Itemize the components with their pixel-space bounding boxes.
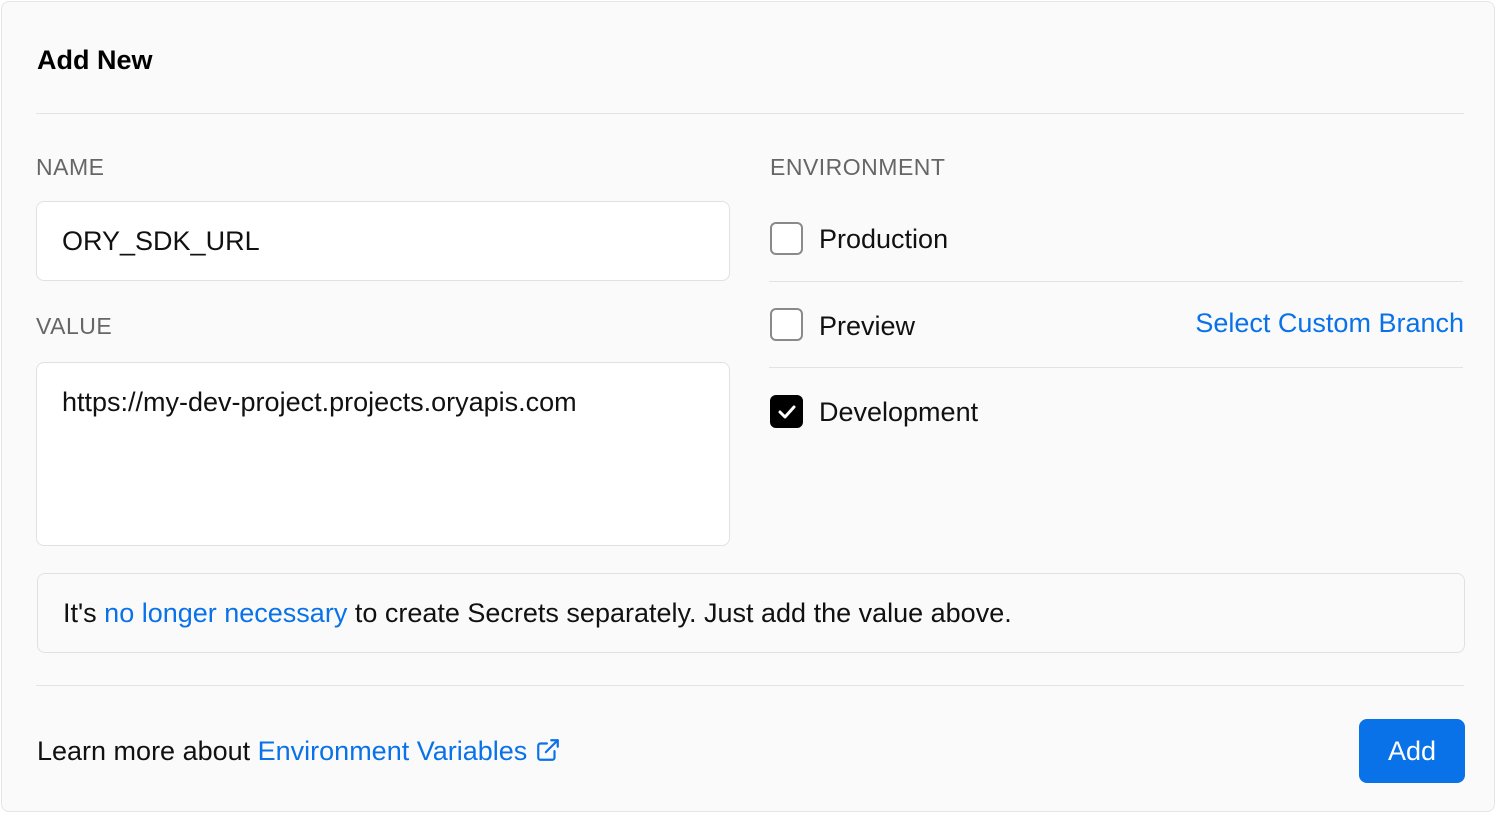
no-longer-necessary-link[interactable]: no longer necessary <box>104 598 347 628</box>
environment-variables-link-label: Environment Variables <box>257 736 528 766</box>
learn-more-prefix: Learn more about <box>37 736 258 766</box>
secrets-notice: It's no longer necessary to create Secre… <box>37 573 1465 653</box>
env-row-development: Development <box>770 368 1464 454</box>
title-divider <box>36 113 1464 114</box>
learn-more-text: Learn more about Environment Variables <box>37 733 561 772</box>
env-row-preview: Preview Select Custom Branch <box>770 282 1464 368</box>
notice-prefix: It's <box>63 598 105 628</box>
development-checkbox[interactable] <box>770 395 803 428</box>
value-label: VALUE <box>36 313 113 339</box>
footer-divider <box>36 685 1464 686</box>
name-input[interactable]: ORY_SDK_URL <box>36 201 730 281</box>
env-row-production: Production <box>770 196 1464 282</box>
card-title: Add New <box>37 45 153 75</box>
add-button[interactable]: Add <box>1359 719 1465 783</box>
checkmark-icon <box>778 405 796 419</box>
value-textarea[interactable]: https://my-dev-project.projects.oryapis.… <box>36 362 730 546</box>
environment-label: ENVIRONMENT <box>770 154 946 180</box>
external-link-icon <box>535 736 561 772</box>
preview-label[interactable]: Preview <box>819 308 915 344</box>
environment-variables-link[interactable]: Environment Variables <box>258 736 562 766</box>
production-label[interactable]: Production <box>819 221 948 257</box>
name-label: NAME <box>36 154 105 180</box>
preview-checkbox[interactable] <box>770 308 803 341</box>
notice-suffix: to create Secrets separately. Just add t… <box>347 598 1012 628</box>
select-custom-branch-link[interactable]: Select Custom Branch <box>1195 305 1464 341</box>
production-checkbox[interactable] <box>770 222 803 255</box>
add-env-var-card: Add New NAME ORY_SDK_URL VALUE https://m… <box>1 1 1495 812</box>
development-label[interactable]: Development <box>819 394 978 430</box>
